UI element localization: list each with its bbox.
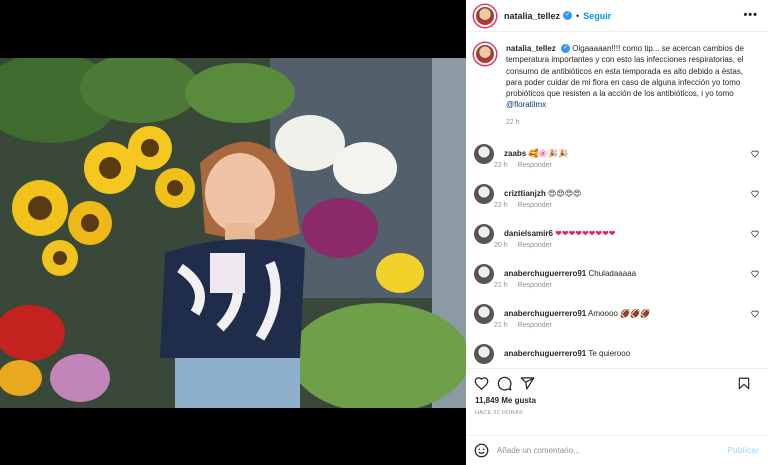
- post-header: natalia_tellez ✓ • Seguir •••: [466, 0, 768, 32]
- comment-username[interactable]: zaabs: [504, 149, 526, 158]
- comment-username[interactable]: danielsamir6: [504, 229, 553, 238]
- emoji-icon[interactable]: [474, 443, 489, 458]
- heart-icon[interactable]: [751, 270, 759, 278]
- reply-button[interactable]: Responder: [518, 322, 552, 329]
- author-avatar[interactable]: [474, 4, 496, 27]
- comment-item: crizttianjzh 😍😍😍😍 22 h Responder: [466, 184, 768, 224]
- comment-item: anaberchuguerrero91 Chuladaaaaa 21 h Resp…: [466, 264, 768, 304]
- post-photo[interactable]: [0, 58, 466, 408]
- caption-avatar[interactable]: [474, 43, 496, 65]
- verified-icon: ✓: [561, 44, 571, 54]
- verified-icon: ✓: [563, 11, 573, 20]
- post-date: HACE 22 HORAS: [475, 410, 523, 416]
- comment-text: ❤❤❤❤❤❤❤❤❤: [555, 229, 616, 239]
- heart-icon[interactable]: [474, 376, 489, 391]
- post-media-pane: [0, 0, 466, 465]
- caption: natalia_tellez ✓ Oigaaaaan!!!! como tip.…: [466, 33, 768, 128]
- reply-button[interactable]: Responder: [518, 282, 552, 289]
- heart-icon[interactable]: [751, 190, 759, 198]
- comment-avatar[interactable]: [474, 344, 494, 365]
- more-icon[interactable]: •••: [743, 9, 758, 21]
- reply-button[interactable]: Responder: [518, 162, 552, 169]
- comment-time: 22 h: [494, 202, 508, 210]
- comment-item: danielsamir6 ❤❤❤❤❤❤❤❤❤ 20 h Responder: [466, 224, 768, 264]
- comment-time: 21 h: [494, 282, 508, 290]
- comment-text: Amoooo 🏈🏈🏈: [588, 309, 650, 319]
- publish-button[interactable]: Publicar: [727, 446, 759, 455]
- follow-button[interactable]: Seguir: [583, 11, 611, 21]
- comment-icon[interactable]: [497, 376, 512, 391]
- heart-icon[interactable]: [751, 230, 759, 238]
- comment-text: 😍😍😍😍: [548, 189, 582, 199]
- comment-time: 21 h: [494, 322, 508, 330]
- caption-body: natalia_tellez ✓ Oigaaaaan!!!! como tip.…: [506, 43, 746, 128]
- comment-item: anaberchuguerrero91 Te quierooo: [466, 344, 768, 369]
- comment-item: anaberchuguerrero91 Amoooo 🏈🏈🏈 21 h Respo…: [466, 304, 768, 344]
- comment-avatar[interactable]: [474, 304, 494, 325]
- comment-username[interactable]: crizttianjzh: [504, 189, 546, 198]
- author-username[interactable]: natalia_tellez: [504, 11, 560, 21]
- comment-avatar[interactable]: [474, 144, 494, 165]
- comment-time: 20 h: [494, 242, 508, 250]
- caption-mention[interactable]: @floratilmx: [506, 100, 546, 109]
- comment-text: Te quierooo: [588, 349, 631, 359]
- bookmark-icon[interactable]: [737, 376, 751, 391]
- share-icon[interactable]: [520, 376, 535, 391]
- comment-text: Chuladaaaaa: [588, 269, 637, 279]
- caption-time: 22 h: [506, 118, 520, 126]
- comment-avatar[interactable]: [474, 264, 494, 285]
- comment-composer: Publicar: [466, 435, 768, 465]
- post-actions: 11,849 Me gusta HACE 22 HORAS: [466, 368, 768, 428]
- likes-count[interactable]: 11,849 Me gusta: [466, 391, 768, 405]
- comments-list[interactable]: natalia_tellez ✓ Oigaaaaan!!!! como tip.…: [466, 33, 768, 369]
- comment-time: 22 h: [494, 162, 508, 170]
- comment-username[interactable]: anaberchuguerrero91: [504, 269, 586, 278]
- comment-avatar[interactable]: [474, 184, 494, 205]
- separator-dot: •: [576, 10, 580, 21]
- heart-icon[interactable]: [751, 310, 759, 318]
- comment-input[interactable]: [497, 446, 707, 455]
- post-panel: natalia_tellez ✓ • Seguir ••• natalia_te…: [466, 0, 768, 465]
- photo-illustration: [0, 58, 466, 408]
- caption-username[interactable]: natalia_tellez: [506, 44, 556, 53]
- reply-button[interactable]: Responder: [518, 202, 552, 209]
- comment-username[interactable]: anaberchuguerrero91: [504, 349, 586, 358]
- reply-button[interactable]: Responder: [518, 242, 552, 249]
- comment-text: 🥰🌸🎉🎉: [528, 149, 569, 159]
- comment-username[interactable]: anaberchuguerrero91: [504, 309, 586, 318]
- comment-item: zaabs 🥰🌸🎉🎉 22 h Responder: [466, 144, 768, 184]
- heart-icon[interactable]: [751, 150, 759, 158]
- comment-avatar[interactable]: [474, 224, 494, 245]
